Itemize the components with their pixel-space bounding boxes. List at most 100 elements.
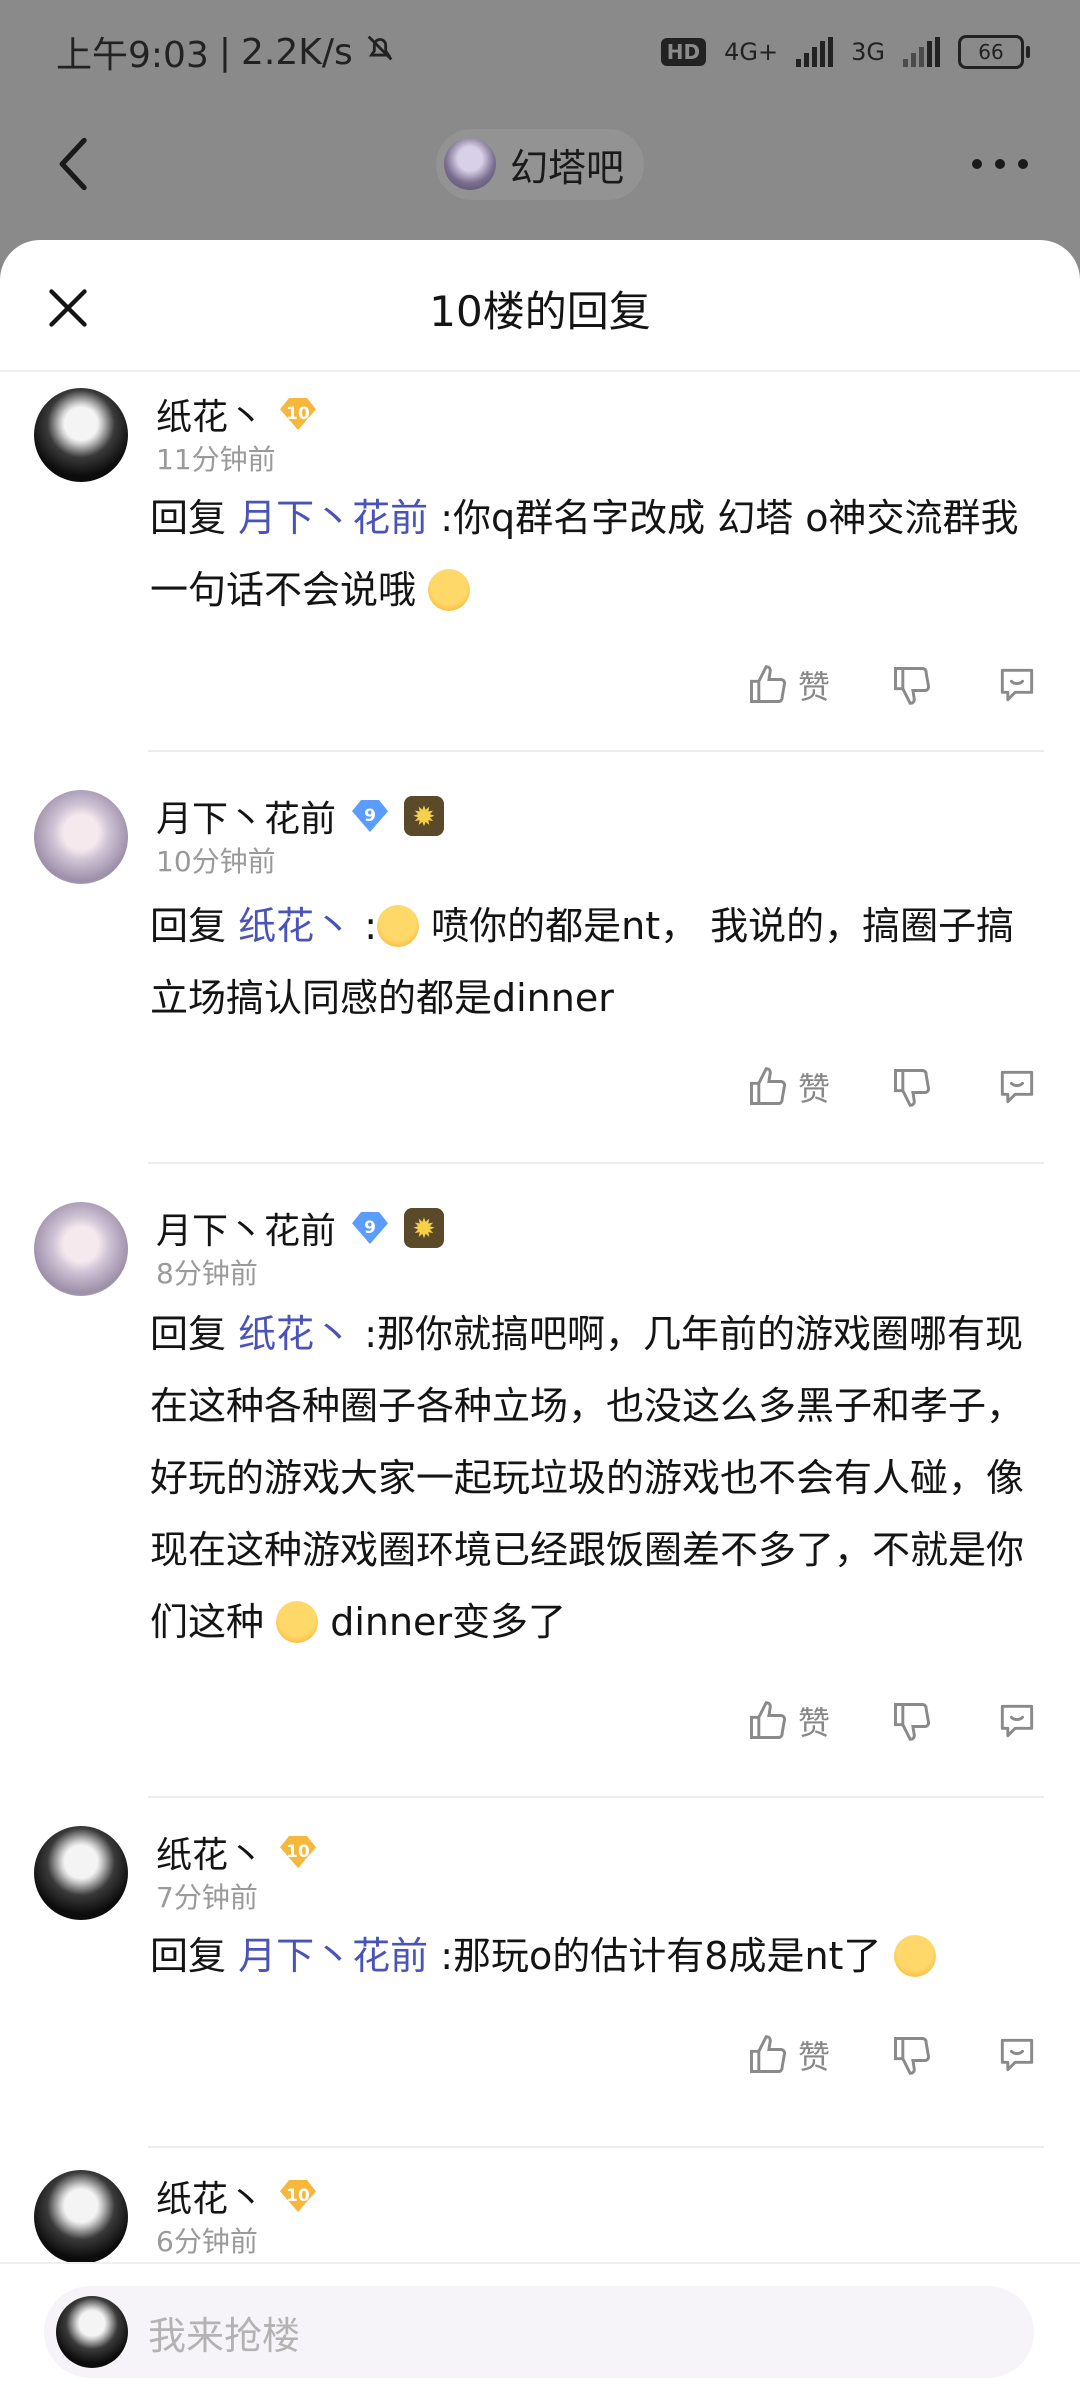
username[interactable]: 纸花丶 [156, 2170, 264, 2222]
comment-actions: 赞 [746, 1064, 1040, 1110]
name-row: 纸花丶 10 [156, 388, 317, 440]
comment-item: 纸花丶 10 7分钟前 回复 月下丶花前 :那玩o的估计有8成是nt了 赞 [0, 1810, 1080, 2150]
like-button[interactable]: 赞 [746, 1698, 830, 1744]
comment-actions: 赞 [746, 1698, 1040, 1744]
status-time: 上午9:03 [56, 35, 209, 76]
signal-icon-2 [903, 37, 940, 67]
comment-text: 回复 纸花丶 :那你就搞吧啊，几年前的游戏圈哪有现在这种各种圈子各种立场，也没这… [150, 1298, 1040, 1658]
like-label: 赞 [797, 1704, 830, 1742]
name-row: 月下丶花前 9 ✹ [156, 1202, 445, 1254]
forum-name: 幻塔吧 [509, 145, 624, 190]
comment-bubble-icon [1000, 668, 1034, 702]
network-4g-label: 4G+ [724, 38, 779, 66]
comment-item: 月下丶花前 9 ✹ 8分钟前 回复 纸花丶 :那你就搞吧啊，几年前的游戏圈哪有现… [0, 1178, 1080, 1798]
thumbs-up-icon [750, 1067, 786, 1105]
dislike-button[interactable] [890, 1065, 934, 1109]
level-badge: 10 [280, 398, 317, 430]
reply-button[interactable] [994, 663, 1040, 707]
sheet-title: 10楼的回复 [429, 287, 651, 336]
chevron-left-icon [59, 137, 87, 191]
mention-link[interactable]: 月下丶花前 [238, 1934, 428, 1978]
avatar[interactable] [34, 1826, 128, 1920]
dislike-button[interactable] [890, 1699, 934, 1743]
comment-bubble-icon [1000, 1704, 1034, 1738]
thumbs-up-icon [750, 665, 786, 703]
divider [148, 750, 1044, 752]
name-row: 纸花丶 10 [156, 1826, 317, 1878]
hd-icon: HD [660, 38, 707, 66]
forum-title-pill[interactable]: 幻塔吧 [435, 128, 644, 200]
divider [148, 1796, 1044, 1798]
like-button[interactable]: 赞 [746, 1064, 830, 1110]
mention-link[interactable]: 月下丶花前 [238, 496, 428, 540]
status-speed: 2.2K/s [240, 31, 353, 73]
like-button[interactable]: 赞 [746, 662, 830, 708]
reply-prefix: 回复 [150, 496, 227, 540]
more-button[interactable] [960, 124, 1040, 204]
reply-button[interactable] [994, 1699, 1040, 1743]
comment-time: 11分钟前 [156, 443, 276, 476]
comment-list: 纸花丶 10 11分钟前 回复 月下丶花前 :你q群名字改成 幻塔 o神交流群我… [0, 372, 1080, 2264]
thumbs-up-icon [750, 1701, 786, 1739]
dislike-button[interactable] [890, 2033, 934, 2077]
colon: : [364, 904, 378, 948]
comment-item: 纸花丶 10 11分钟前 回复 月下丶花前 :你q群名字改成 幻塔 o神交流群我… [0, 372, 1080, 752]
status-separator: | [218, 31, 231, 73]
status-bar: 上午9:03 | 2.2K/s HD 4G+ 3G 66 [0, 0, 1080, 104]
reply-prefix: 回复 [150, 1934, 227, 1978]
reply-button[interactable] [994, 1065, 1040, 1109]
reply-placeholder: 我来抢楼 [148, 2313, 301, 2358]
mute-bell-icon [363, 31, 397, 74]
mention-link[interactable]: 纸花丶 [238, 904, 352, 948]
mention-link[interactable]: 纸花丶 [238, 1312, 352, 1356]
level-badge: 9 [352, 1212, 389, 1244]
level-badge: 10 [280, 1836, 317, 1868]
comment-time: 7分钟前 [156, 1881, 258, 1914]
like-label: 赞 [797, 2038, 830, 2076]
comment-time: 6分钟前 [156, 2225, 258, 2258]
forum-avatar [443, 138, 496, 190]
signal-icon [796, 37, 834, 67]
comment-body: :那玩o的估计有8成是nt了 [440, 1934, 882, 1978]
level-badge: 10 [280, 2180, 317, 2212]
comment-bubble-icon [1000, 2038, 1034, 2072]
username[interactable]: 纸花丶 [156, 1826, 264, 1878]
like-label: 赞 [797, 668, 830, 706]
name-row: 纸花丶 10 [156, 2170, 317, 2222]
thumbs-down-icon [894, 667, 930, 705]
comment-bubble-icon [1000, 1070, 1034, 1104]
network-3g-label: 3G [851, 38, 885, 66]
reply-bar: 我来抢楼 [0, 2262, 1080, 2400]
avatar[interactable] [34, 790, 128, 884]
reply-button[interactable] [994, 2033, 1040, 2077]
username[interactable]: 月下丶花前 [156, 790, 336, 842]
like-label: 赞 [797, 1070, 830, 1108]
divider [148, 1162, 1044, 1164]
username[interactable]: 月下丶花前 [156, 1202, 336, 1254]
avatar[interactable] [34, 1202, 128, 1296]
level-badge: 9 [352, 800, 389, 832]
emoji-icon [893, 1935, 936, 1977]
thumbs-down-icon [894, 1069, 930, 1107]
comment-text: 回复 月下丶花前 :那玩o的估计有8成是nt了 [150, 1920, 1040, 1992]
name-row: 月下丶花前 9 ✹ [156, 790, 445, 842]
top-bar: 幻塔吧 [0, 104, 1080, 224]
avatar[interactable] [34, 388, 128, 482]
username[interactable]: 纸花丶 [156, 388, 264, 440]
medal-icon: ✹ [404, 1208, 445, 1248]
dislike-button[interactable] [890, 663, 934, 707]
thumbs-down-icon [894, 2037, 930, 2075]
reply-prefix: 回复 [150, 1312, 227, 1356]
like-button[interactable]: 赞 [746, 2032, 830, 2078]
comment-time: 10分钟前 [156, 845, 276, 878]
more-dots-icon [972, 159, 1028, 169]
battery-icon: 66 [958, 35, 1030, 69]
medal-icon: ✹ [404, 796, 445, 836]
reply-input[interactable]: 我来抢楼 [44, 2286, 1034, 2378]
replies-sheet: 10楼的回复 纸花丶 10 11分钟前 回复 月下丶花前 :你q群名字改成 幻塔… [0, 240, 1080, 2400]
emoji-icon [377, 905, 420, 947]
avatar[interactable] [34, 2170, 128, 2264]
comment-text: 回复 纸花丶 : 喷你的都是nt， 我说的，搞圈子搞立场搞认同感的都是dinne… [150, 890, 1040, 1034]
comment-item: 月下丶花前 9 ✹ 10分钟前 回复 纸花丶 : 喷你的都是nt， 我说的，搞圈… [0, 764, 1080, 1164]
back-button[interactable] [44, 124, 104, 204]
